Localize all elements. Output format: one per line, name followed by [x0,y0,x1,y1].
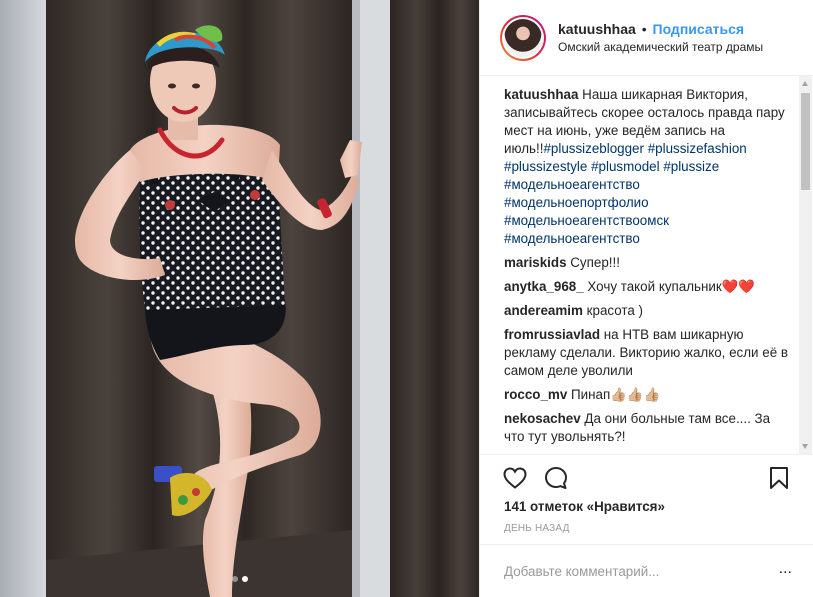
hashtag[interactable]: #plussizeblogger [543,141,644,156]
follow-button[interactable]: Подписаться [653,21,745,37]
heart-icon[interactable] [502,465,528,491]
comments-list[interactable]: katuushhaa Наша шикарная Виктория, запис… [480,76,813,454]
comment-text: Пинап👍🏼👍🏼👍🏼 [571,387,661,402]
scroll-down-arrow-icon[interactable] [802,444,808,449]
comment-input[interactable] [504,560,764,582]
comment: fromrussiavlad на НТВ вам шикарную рекла… [504,326,788,380]
hashtag[interactable]: #модельноепортфолио [504,195,649,210]
comment-username[interactable]: fromrussiavlad [504,327,600,342]
avatar-image [504,18,542,57]
comment-username[interactable]: nekosachev [504,411,581,426]
caption-username[interactable]: katuushhaa [504,87,578,102]
carousel-dot [231,576,238,582]
comment-text: Хочу такой купальник❤️❤️ [587,279,756,294]
hashtag[interactable]: #plussizefashion [648,141,747,156]
post-photo[interactable] [0,0,479,597]
separator-dot: • [641,20,647,37]
post-date[interactable]: ДЕНЬ НАЗАД [504,523,570,534]
comment: nekosachev Да они больные там все.... За… [504,410,788,446]
comment-username[interactable]: andereamim [504,303,583,318]
post-header: katuushhaa • Подписаться Омский академич… [480,0,813,76]
hashtag[interactable]: #plussize [663,159,719,174]
hashtag[interactable]: #plusmodel [591,159,659,174]
likes-count[interactable]: 141 отметок «Нравится» [504,499,665,514]
comment: andereamim красота ) [504,302,788,320]
avatar[interactable] [500,14,546,61]
hashtag[interactable]: #модельноеагентство [504,231,640,246]
location-link[interactable]: Омский академический театр драмы [558,38,763,56]
comments-scrollbar[interactable] [799,76,812,454]
comment-username[interactable]: anytka_968_ [504,279,584,294]
comment-text: красота ) [586,303,644,318]
hashtag[interactable]: #модельноеагентство [504,177,640,192]
scrollbar-thumb[interactable] [801,93,810,190]
hashtag[interactable]: #модельноеагентствоомск [504,213,669,228]
header-username[interactable]: katuushhaa [558,21,636,37]
scroll-up-arrow-icon[interactable] [802,81,808,86]
hashtag[interactable]: #plussizestyle [504,159,587,174]
comment: anytka_968_ Хочу такой купальник❤️❤️ [504,278,788,296]
comment: mariskids Супер!!! [504,254,788,272]
comment-username[interactable]: rocco_mv [504,387,567,402]
bookmark-icon[interactable] [766,465,792,491]
comment-text: Супер!!! [570,255,620,270]
comment: rocco_mv Пинап👍🏼👍🏼👍🏼 [504,386,788,404]
carousel-dot-active [241,576,248,582]
post-actions [480,454,813,498]
carousel-indicator [0,576,479,582]
photo-image [0,0,479,597]
caption: katuushhaa Наша шикарная Виктория, запис… [504,86,788,248]
comment-username[interactable]: mariskids [504,255,567,270]
post-sidebar: katuushhaa • Подписаться Омский академич… [479,0,813,597]
more-options-icon[interactable]: ... [779,560,792,578]
add-comment-section: ... [480,544,813,597]
comment-icon[interactable] [543,465,569,491]
